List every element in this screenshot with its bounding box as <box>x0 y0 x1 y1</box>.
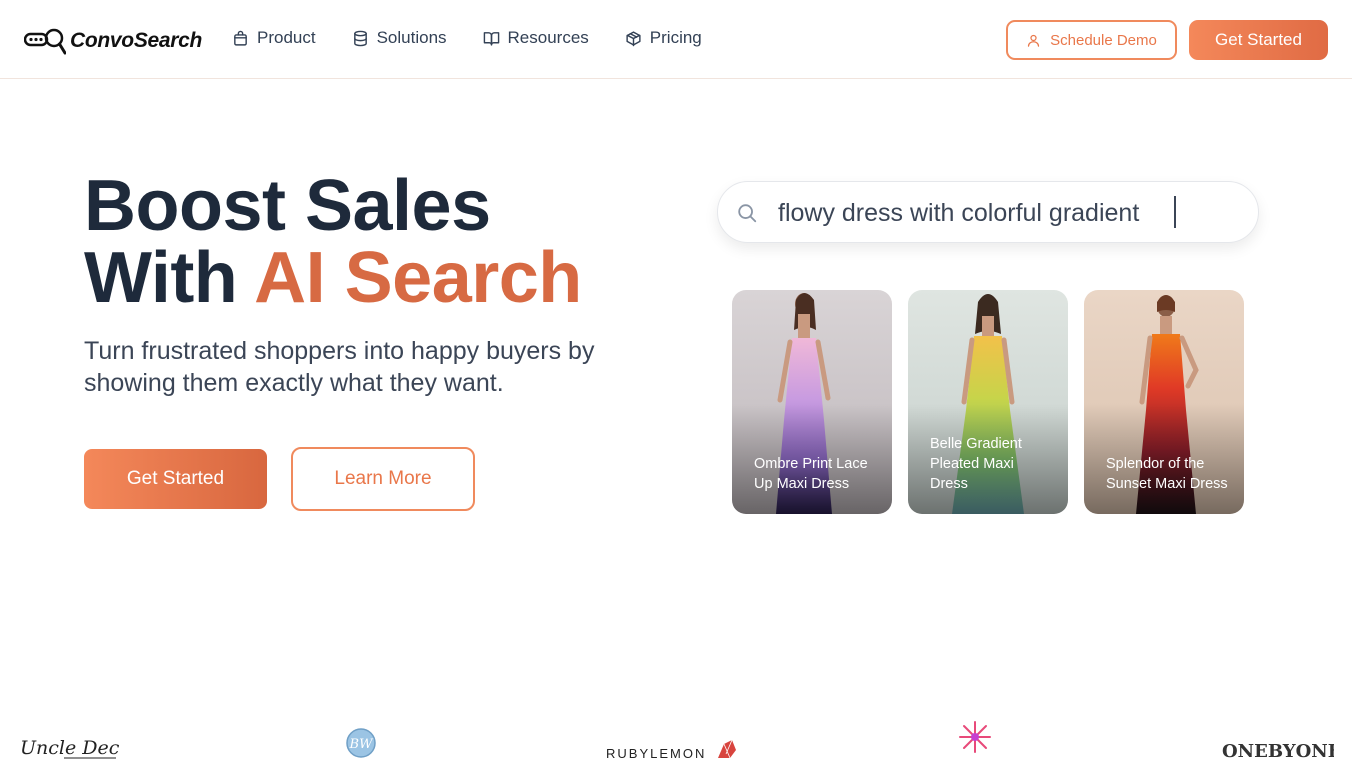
nav-item-product[interactable]: Product <box>232 28 316 48</box>
hero-title-line1: Boost Sales <box>84 166 491 246</box>
main-nav: Product Solutions Resources Pricing <box>232 28 738 48</box>
product-title: Splendor of the Sunset Maxi Dress <box>1106 456 1228 492</box>
site-header: ConvoSearch Product Solutions Resources … <box>0 0 1352 79</box>
get-started-label: Get Started <box>126 468 225 489</box>
text-caret <box>1174 196 1176 228</box>
hero-title: Boost Sales With AI Search <box>84 170 582 314</box>
search-icon <box>738 204 757 223</box>
hero-subtitle: Turn frustrated shoppers into happy buye… <box>84 337 595 397</box>
product-card[interactable]: Belle Gradient Pleated Maxi Dress <box>908 290 1068 514</box>
nav-item-label: Resources <box>507 28 589 47</box>
product-card[interactable]: Splendor of the Sunset Maxi Dress <box>1084 290 1244 514</box>
onebyone-logo: ONEBYONE <box>1222 741 1334 760</box>
shopping-bag-icon <box>234 30 247 46</box>
schedule-demo-button[interactable]: Schedule Demo <box>1006 20 1177 60</box>
svg-text:ONEBYONE: ONEBYONE <box>1222 741 1334 760</box>
customer-logos: Uncle Deco BW RUBYLEMON ONEBYONE <box>0 712 1352 760</box>
package-icon <box>626 30 641 46</box>
nav-item-label: Product <box>257 28 316 47</box>
search-input[interactable] <box>778 192 1238 234</box>
hero-title-line2-plain: With <box>84 238 255 318</box>
get-started-button[interactable]: Get Started <box>84 449 267 509</box>
nav-item-pricing[interactable]: Pricing <box>625 28 702 48</box>
nav-item-solutions[interactable]: Solutions <box>352 28 447 48</box>
brand-logo[interactable]: ConvoSearch <box>24 26 202 56</box>
product-card[interactable]: Ombre Print Lace Up Maxi Dress <box>732 290 892 514</box>
svg-text:Uncle Deco: Uncle Deco <box>20 737 120 759</box>
search-results: Ombre Print Lace Up Maxi Dress Belle Gra… <box>732 290 1244 514</box>
ruby-lemon-logo: RUBYLEMON <box>606 739 736 760</box>
schedule-demo-label: Schedule Demo <box>1050 31 1157 49</box>
database-icon <box>353 30 367 46</box>
book-open-icon <box>483 31 499 46</box>
product-title: Belle Gradient Pleated Maxi Dress <box>930 436 1022 492</box>
user-icon <box>1028 34 1040 47</box>
nav-item-label: Solutions <box>376 28 447 47</box>
svg-text:RUBYLEMON: RUBYLEMON <box>606 746 706 760</box>
get-started-label: Get Started <box>1215 30 1302 49</box>
learn-more-label: Learn More <box>334 468 432 489</box>
uncle-deco-logo: Uncle Deco <box>20 737 120 759</box>
search-bar[interactable] <box>717 181 1259 243</box>
nav-item-label: Pricing <box>649 28 702 47</box>
product-title: Ombre Print Lace Up Maxi Dress <box>754 456 868 492</box>
get-started-header-button[interactable]: Get Started <box>1189 20 1328 60</box>
learn-more-button[interactable]: Learn More <box>291 447 475 511</box>
nav-item-resources[interactable]: Resources <box>483 28 589 48</box>
logo-magnifier-icon <box>24 28 66 55</box>
starburst-logo <box>959 721 991 753</box>
logo-text: ConvoSearch <box>70 29 203 52</box>
hero-title-accent: AI Search <box>254 238 582 318</box>
svg-text:BW: BW <box>349 737 375 752</box>
bw-logo: BW <box>346 728 376 758</box>
